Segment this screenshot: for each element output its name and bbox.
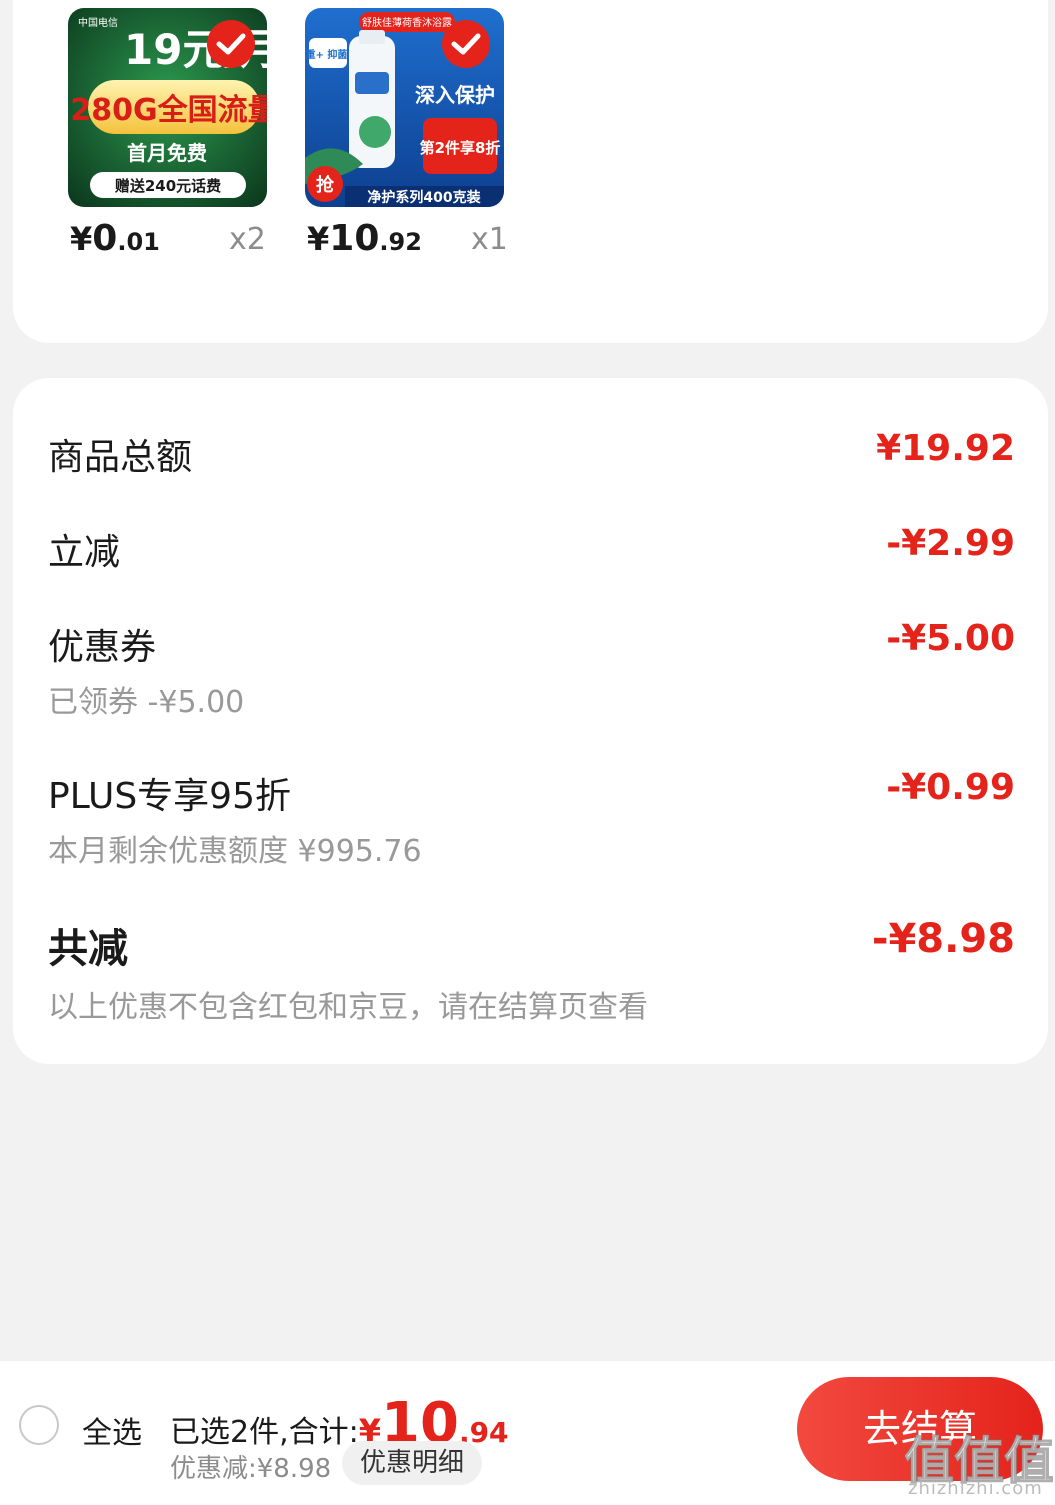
product-quantity: x1 [471, 222, 508, 257]
goods-total-value: ¥19.92 [876, 428, 1015, 469]
coupon-value: -¥5.00 [886, 618, 1015, 659]
plus-remaining-quota: 本月剩余优惠额度 ¥995.76 [48, 834, 422, 869]
instant-discount-label: 立减 [48, 532, 121, 573]
price-summary-card: 商品总额 ¥19.92 立减 -¥2.99 优惠券 -¥5.00 已领券 -¥5… [13, 378, 1048, 1064]
select-all-label[interactable]: 全选 [82, 1408, 142, 1452]
plus-discount-label: PLUS专享95折 [48, 776, 291, 817]
instant-discount-value: -¥2.99 [886, 523, 1015, 564]
coupon-label: 优惠券 [48, 627, 157, 668]
coupon-sub-text: 已领券 -¥5.00 [48, 685, 245, 720]
checked-icon[interactable] [441, 19, 491, 69]
plus-discount-value: -¥0.99 [886, 767, 1015, 808]
product-quantity: x2 [229, 222, 266, 257]
svg-text:深入保护: 深入保护 [415, 83, 495, 107]
product-price: ¥0.01 [70, 218, 160, 259]
svg-text:抢: 抢 [316, 174, 335, 196]
total-discount-label: 共减 [48, 926, 128, 972]
svg-text:第2件享8折: 第2件享8折 [420, 139, 501, 157]
select-all-radio[interactable] [19, 1405, 59, 1445]
checkout-bar: 全选 已选2件,合计:¥10.94 优惠减:¥8.98 优惠明细 去结算 [0, 1361, 1055, 1505]
goods-total-label: 商品总额 [48, 437, 193, 478]
cart-products-card: 中国电信 19元/月 280G全国流量 首月免费 赠送240元话费 舒肤佳薄荷香… [13, 0, 1048, 343]
discount-note: 以上优惠不包含红包和京豆，请在结算页查看 [48, 990, 648, 1025]
svg-text:净护系列400克装: 净护系列400克装 [367, 189, 481, 206]
svg-text:赠送240元话费: 赠送240元话费 [115, 177, 221, 195]
svg-text:首月免费: 首月免费 [127, 141, 207, 165]
total-discount-value: -¥8.98 [871, 916, 1015, 962]
watermark-domain: zhizhizhi.com [908, 1478, 1043, 1499]
svg-text:280G全国流量: 280G全国流量 [70, 93, 267, 128]
svg-text:中国电信: 中国电信 [78, 16, 118, 29]
discount-amount-text: 优惠减:¥8.98 [170, 1454, 332, 1484]
checked-icon[interactable] [206, 19, 256, 69]
product-price: ¥10.92 [307, 218, 422, 259]
discount-detail-button[interactable]: 优惠明细 [342, 1441, 482, 1485]
svg-text:舒肤佳薄荷香沐浴露: 舒肤佳薄荷香沐浴露 [362, 16, 452, 29]
